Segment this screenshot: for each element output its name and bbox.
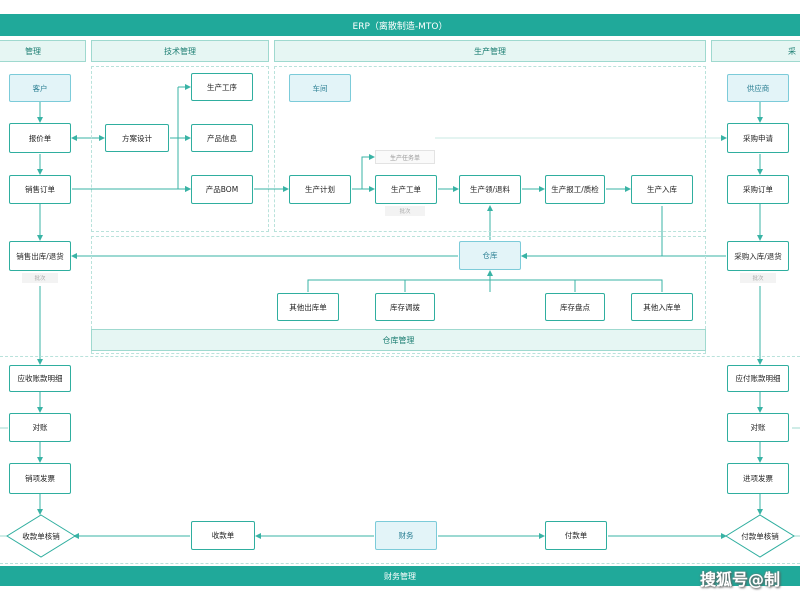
role-workshop[interactable]: 车间 xyxy=(289,74,351,102)
node-sales-order[interactable]: 销售订单 xyxy=(9,175,71,204)
node-production-plan[interactable]: 生产计划 xyxy=(289,175,351,204)
node-report-qc-label: 生产报工/质检 xyxy=(551,185,599,194)
node-other-in[interactable]: 其他入库单 xyxy=(631,293,693,321)
node-reconcile-left[interactable]: 对账 xyxy=(9,413,71,442)
ghost-task-list: 生产任务单 xyxy=(375,150,435,164)
node-prod-in[interactable]: 生产入库 xyxy=(631,175,693,204)
node-stocktake-label: 库存盘点 xyxy=(560,302,590,312)
node-purchase-order[interactable]: 采购订单 xyxy=(727,175,789,204)
node-work-order-label: 生产工单 xyxy=(391,185,421,194)
node-receivable-detail[interactable]: 应收账款明细 xyxy=(9,365,71,392)
section-tech: 技术管理 xyxy=(91,40,269,62)
ghost-batch-purchase-label: 批次 xyxy=(752,276,764,282)
erp-title-banner: ERP（离散制造-MTO） xyxy=(0,14,800,36)
node-purchase-invoice-label: 进项发票 xyxy=(743,474,773,483)
node-sales-order-label: 销售订单 xyxy=(25,185,55,194)
ghost-batch-purchase: 批次 xyxy=(740,273,776,283)
section-tech-label: 技术管理 xyxy=(164,46,196,56)
node-receivable-detail-label: 应收账款明细 xyxy=(17,374,63,383)
node-receipt-label: 收款单 xyxy=(211,531,235,540)
node-sales-invoice[interactable]: 销项发票 xyxy=(9,463,71,494)
role-warehouse[interactable]: 仓库 xyxy=(459,241,521,270)
section-sales: 管理 xyxy=(0,40,86,62)
ghost-batch-sales: 批次 xyxy=(22,273,58,283)
role-customer[interactable]: 客户 xyxy=(9,74,71,102)
node-sales-out-label: 销售出库/退货 xyxy=(16,251,64,261)
node-product-bom[interactable]: 产品BOM xyxy=(191,175,253,204)
node-reconcile-right[interactable]: 对账 xyxy=(727,413,789,442)
node-receipt[interactable]: 收款单 xyxy=(191,521,255,550)
ghost-task-list-label: 生产任务单 xyxy=(389,154,420,162)
node-reconcile-right-label: 对账 xyxy=(750,423,766,432)
node-payment-writeoff[interactable]: 付款单核销 xyxy=(725,514,795,558)
section-warehouse-label: 仓库管理 xyxy=(382,335,415,345)
node-other-in-label: 其他入库单 xyxy=(643,302,681,312)
role-finance-label: 财务 xyxy=(398,531,414,540)
node-transfer-label: 库存调拨 xyxy=(390,302,420,312)
node-purchase-in-label: 采购入库/退货 xyxy=(734,251,782,261)
section-finance: 财务管理 xyxy=(0,566,800,586)
ghost-batch-work: 批次 xyxy=(385,206,425,216)
node-sales-out[interactable]: 销售出库/退货 xyxy=(9,241,71,271)
node-prod-in-label: 生产入库 xyxy=(647,185,677,194)
node-process[interactable]: 生产工序 xyxy=(191,73,253,101)
node-purchase-order-label: 采购订单 xyxy=(743,185,773,194)
erp-title: ERP（离散制造-MTO） xyxy=(352,21,448,32)
node-other-out[interactable]: 其他出库单 xyxy=(277,293,339,321)
section-purchase: 采 xyxy=(711,40,800,62)
node-solution-design-label: 方案设计 xyxy=(122,133,152,143)
role-supplier[interactable]: 供应商 xyxy=(727,74,789,102)
node-payment-writeoff-label: 付款单核销 xyxy=(741,531,779,541)
node-payable-detail[interactable]: 应付账款明细 xyxy=(727,365,789,392)
node-product-info[interactable]: 产品信息 xyxy=(191,124,253,152)
node-product-info-label: 产品信息 xyxy=(207,133,237,143)
node-reconcile-left-label: 对账 xyxy=(32,423,48,432)
node-sales-invoice-label: 销项发票 xyxy=(25,474,55,483)
node-transfer[interactable]: 库存调拨 xyxy=(375,293,435,321)
node-payment[interactable]: 付款单 xyxy=(545,521,607,550)
watermark-text: 搜狐号@制 xyxy=(700,570,781,589)
section-purchase-label: 采 xyxy=(788,46,796,56)
section-warehouse: 仓库管理 xyxy=(91,329,706,351)
node-receipt-writeoff[interactable]: 收款单核销 xyxy=(6,514,76,558)
erp-flow-diagram: ERP（离散制造-MTO） 管理 技术管理 生产管理 采 仓库管理 客户 车间 … xyxy=(0,0,800,600)
ghost-batch-work-label: 批次 xyxy=(399,209,411,215)
node-payable-detail-label: 应付账款明细 xyxy=(735,374,781,383)
watermark: 搜狐号@制 xyxy=(700,566,780,590)
node-purchase-in[interactable]: 采购入库/退货 xyxy=(727,241,789,271)
node-material-label: 生产领/退料 xyxy=(469,185,511,194)
role-warehouse-label: 仓库 xyxy=(482,251,498,260)
node-purchase-request[interactable]: 采购申请 xyxy=(727,123,789,153)
node-stocktake[interactable]: 库存盘点 xyxy=(545,293,605,321)
node-report-qc[interactable]: 生产报工/质检 xyxy=(545,175,605,204)
node-payment-label: 付款单 xyxy=(564,531,588,540)
section-finance-label: 财务管理 xyxy=(384,571,416,581)
section-sales-label: 管理 xyxy=(25,46,41,56)
node-quote[interactable]: 报价单 xyxy=(9,123,71,153)
section-production: 生产管理 xyxy=(274,40,706,62)
role-finance[interactable]: 财务 xyxy=(375,521,437,550)
node-process-label: 生产工序 xyxy=(207,82,237,92)
node-work-order[interactable]: 生产工单 xyxy=(375,175,437,204)
node-material[interactable]: 生产领/退料 xyxy=(459,175,521,204)
node-production-plan-label: 生产计划 xyxy=(305,185,335,194)
node-solution-design[interactable]: 方案设计 xyxy=(105,124,169,152)
ghost-batch-sales-label: 批次 xyxy=(34,276,46,282)
node-purchase-invoice[interactable]: 进项发票 xyxy=(727,463,789,494)
node-product-bom-label: 产品BOM xyxy=(205,185,239,194)
node-purchase-request-label: 采购申请 xyxy=(743,133,773,143)
role-workshop-label: 车间 xyxy=(312,83,328,93)
node-receipt-writeoff-label: 收款单核销 xyxy=(22,531,60,541)
section-production-label: 生产管理 xyxy=(474,46,506,56)
role-customer-label: 客户 xyxy=(32,83,48,93)
node-quote-label: 报价单 xyxy=(28,133,52,143)
node-other-out-label: 其他出库单 xyxy=(289,302,327,312)
role-supplier-label: 供应商 xyxy=(746,83,770,93)
